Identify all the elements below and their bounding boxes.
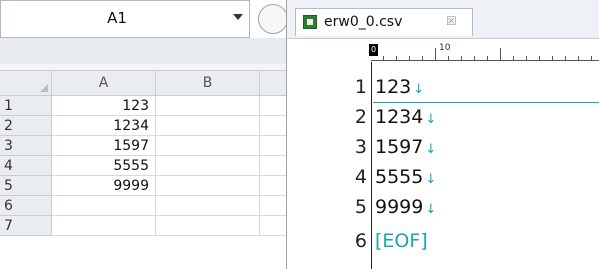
- cell-b2[interactable]: [156, 116, 260, 136]
- cell-b6[interactable]: [156, 196, 260, 216]
- csv-file-icon: [303, 15, 317, 29]
- cell-a7[interactable]: [52, 216, 156, 236]
- text-line[interactable]: 9999 ↓: [375, 192, 436, 225]
- line-number-gutter-divider: [371, 62, 372, 269]
- text-line[interactable]: 5555 ↓: [375, 162, 436, 195]
- newline-icon: ↓: [425, 202, 437, 217]
- ruler-tick: [435, 48, 436, 60]
- formula-bar: [0, 38, 286, 65]
- text-line[interactable]: 1597 ↓: [375, 132, 436, 165]
- ruler-tick: [565, 56, 566, 60]
- column-header-b[interactable]: B: [156, 71, 260, 96]
- ruler-tick: [396, 56, 397, 60]
- row-header[interactable]: 5: [0, 176, 52, 196]
- ruler-tick: [500, 48, 501, 60]
- cell-c1[interactable]: [260, 96, 286, 116]
- line-number: 6: [354, 230, 367, 252]
- ruler-tick: [448, 56, 449, 60]
- newline-icon: ↓: [413, 82, 425, 97]
- ruler-tick: [474, 56, 475, 60]
- cell-c6[interactable]: [260, 196, 286, 216]
- line-content[interactable]: 5555: [375, 166, 423, 188]
- ruler-tick: [409, 56, 410, 60]
- eof-marker: [EOF]: [375, 230, 428, 252]
- cell-b5[interactable]: [156, 176, 260, 196]
- cell-a3[interactable]: 1597: [52, 136, 156, 156]
- text-line[interactable]: 123 ↓: [375, 72, 424, 105]
- text-line[interactable]: 1234 ↓: [375, 102, 436, 135]
- close-icon[interactable]: ☒: [446, 14, 457, 28]
- ruler-tick: [422, 56, 423, 60]
- tab-erw0-0-csv[interactable]: erw0_0.csv ☒: [295, 8, 473, 36]
- ruler-tick: [539, 56, 540, 60]
- ruler-tick: [578, 56, 579, 60]
- cell-a6[interactable]: [52, 196, 156, 216]
- name-box[interactable]: A1: [0, 0, 250, 38]
- cell-a5[interactable]: 9999: [52, 176, 156, 196]
- name-box-value[interactable]: A1: [1, 1, 233, 37]
- cell-c4[interactable]: [260, 156, 286, 176]
- newline-icon: ↓: [425, 172, 437, 187]
- line-number: 4: [354, 166, 367, 188]
- line-content[interactable]: 1597: [375, 136, 423, 158]
- line-number: 1: [354, 76, 367, 98]
- ruler-tick: [591, 56, 592, 60]
- line-number: 2: [354, 106, 367, 128]
- line-content[interactable]: 1234: [375, 106, 423, 128]
- cell-b3[interactable]: [156, 136, 260, 156]
- spreadsheet-window: A1 A B 1 123 2 1234 3 1597 4 5555 5 9999…: [0, 0, 286, 269]
- ruler-tick: [552, 56, 553, 60]
- text-editor-window: erw0_0.csv ☒ 0 10 1 123 ↓ 2 1234 ↓ 3 1597 ↓…: [286, 0, 599, 269]
- formula-bar-divider: [0, 64, 286, 71]
- row-header[interactable]: 4: [0, 156, 52, 176]
- ruler-tick: [526, 56, 527, 60]
- cell-c7[interactable]: [260, 216, 286, 236]
- newline-icon: ↓: [425, 112, 437, 127]
- column-ruler: 0 10: [369, 43, 599, 61]
- ruler-tick: [513, 56, 514, 60]
- newline-icon: ↓: [425, 142, 437, 157]
- tab-bar: erw0_0.csv ☒: [287, 0, 599, 39]
- line-content[interactable]: 9999: [375, 196, 423, 218]
- line-number: 5: [354, 196, 367, 218]
- cell-c2[interactable]: [260, 116, 286, 136]
- ruler-tick: [487, 56, 488, 60]
- cell-b7[interactable]: [156, 216, 260, 236]
- cell-a2[interactable]: 1234: [52, 116, 156, 136]
- select-all-corner[interactable]: [0, 71, 52, 96]
- row-header[interactable]: 2: [0, 116, 52, 136]
- ruler-tick: [383, 56, 384, 60]
- cell-c5[interactable]: [260, 176, 286, 196]
- tab-label: erw0_0.csv: [324, 14, 403, 30]
- row-header[interactable]: 1: [0, 96, 52, 116]
- cell-b4[interactable]: [156, 156, 260, 176]
- ruler-tick: [461, 56, 462, 60]
- cell-b1[interactable]: [156, 96, 260, 116]
- select-all-icon: [40, 84, 48, 92]
- column-header-c[interactable]: [260, 71, 286, 96]
- line-number: 3: [354, 136, 367, 158]
- ruler-label-10: 10: [439, 43, 451, 53]
- formula-button-icon[interactable]: [258, 4, 286, 34]
- chevron-down-icon[interactable]: [233, 14, 243, 20]
- column-header-a[interactable]: A: [52, 71, 156, 96]
- row-header[interactable]: 6: [0, 196, 52, 216]
- cell-a4[interactable]: 5555: [52, 156, 156, 176]
- line-content[interactable]: 123: [375, 76, 411, 98]
- row-header[interactable]: 7: [0, 216, 52, 236]
- row-header[interactable]: 3: [0, 136, 52, 156]
- cell-c3[interactable]: [260, 136, 286, 156]
- ruler-cursor-marker: 0: [369, 44, 378, 56]
- cell-a1[interactable]: 123: [52, 96, 156, 116]
